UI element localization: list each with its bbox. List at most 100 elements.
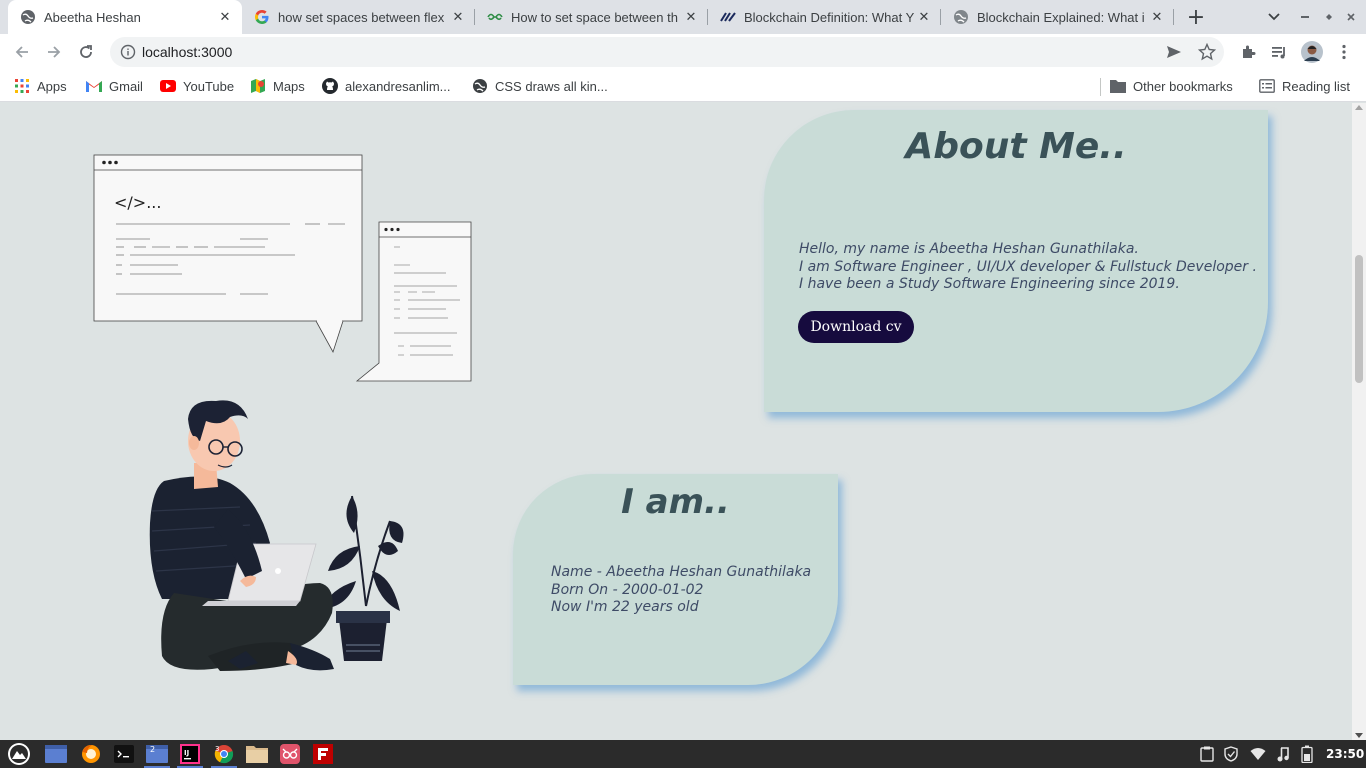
developer-person-icon [149,400,334,671]
site-info-icon[interactable] [120,44,136,64]
i-am-line: Born On - 2000-01-02 [551,581,704,598]
bookmark-css-draws[interactable]: CSS draws all kin... [472,70,608,102]
close-tab-icon[interactable]: ✕ [216,8,234,26]
files-app-icon[interactable]: 2 [144,742,170,768]
globe-icon [20,9,36,25]
workspace-badge: 2 [150,745,155,754]
about-line: I have been a Study Software Engineering… [799,276,1180,292]
close-tab-icon[interactable]: ✕ [1148,8,1166,26]
about-me-heading: About Me.. [905,126,1127,167]
scroll-up-arrow-icon[interactable] [1355,105,1363,110]
reading-list-button[interactable]: Reading list [1259,70,1350,102]
back-icon[interactable] [8,38,36,66]
i-am-heading: I am.. [621,482,730,522]
tab-title: how set spaces between flex [278,9,445,25]
clock: 23:50 [1326,747,1365,761]
intellij-icon[interactable]: IJ [177,742,203,768]
tab-strip: Abeetha Heshan ✕ how set spaces between … [0,0,1366,34]
extensions-icon[interactable] [1234,38,1262,66]
tab-title: Blockchain Explained: What i [977,9,1145,25]
reading-list-label: Reading list [1282,78,1350,94]
firefox-icon[interactable] [78,742,104,766]
workspace-badge: 3 [215,745,219,753]
i-am-text: Name - Abeetha Heshan Gunathilaka Born O… [551,564,811,617]
tab-blockchain-explained[interactable]: Blockchain Explained: What i ✕ [941,0,1174,34]
youtube-icon [160,78,176,94]
bookmark-gmail[interactable]: Gmail [86,70,143,102]
restore-window-icon[interactable] [1320,0,1338,34]
media-control-icon[interactable] [1265,38,1293,66]
bookmark-apps[interactable]: Apps [14,70,67,102]
tab-search-icon[interactable] [1262,0,1286,34]
tab-abeetha-heshan[interactable]: Abeetha Heshan ✕ [8,0,242,34]
bookmark-maps[interactable]: Maps [250,70,305,102]
browser-toolbar: localhost:3000 [0,34,1366,70]
reload-icon[interactable] [72,38,100,66]
close-tab-icon[interactable]: ✕ [449,8,467,26]
url-text: localhost:3000 [142,44,233,60]
app-menu-icon[interactable] [6,742,32,766]
github-icon [322,78,338,94]
close-window-icon[interactable] [1342,0,1360,34]
shield-icon[interactable] [1222,740,1240,768]
wifi-icon[interactable] [1248,740,1268,768]
show-desktop-icon[interactable] [43,742,69,766]
maps-icon [250,78,266,94]
globe-icon [953,9,969,25]
investopedia-icon [720,9,736,25]
tab-space-between[interactable]: How to set space between th ✕ [475,0,708,34]
scroll-down-arrow-icon[interactable] [1355,733,1363,738]
bookmarks-divider [1100,78,1101,96]
bookmark-label: Maps [273,78,305,94]
code-text: </>... [114,193,161,212]
other-bookmarks-folder[interactable]: Other bookmarks [1110,70,1233,102]
i-am-line: Now I'm 22 years old [551,599,699,615]
minimize-window-icon[interactable] [1296,0,1314,34]
bookmark-label: CSS draws all kin... [495,78,608,94]
tab-separator [1173,9,1174,25]
bookmark-github[interactable]: alexandresanlim... [322,70,451,102]
filezilla-icon[interactable] [310,742,336,766]
profile-avatar[interactable] [1298,38,1326,66]
forward-icon[interactable] [40,38,68,66]
scrollbar-thumb[interactable] [1355,255,1363,383]
page-viewport: </>... About Me.. Hello, my name is Abee… [0,103,1352,740]
volume-icon[interactable] [1274,740,1292,768]
send-to-devices-icon[interactable] [1166,44,1182,64]
folder-icon [1110,78,1126,94]
terminal-icon[interactable] [111,742,137,766]
close-tab-icon[interactable]: ✕ [915,8,933,26]
apps-grid-icon [14,78,30,94]
browser-menu-icon[interactable] [1330,38,1358,66]
globe-icon [472,78,488,94]
glasses-app-icon[interactable] [277,742,303,766]
page-scrollbar[interactable] [1352,103,1366,740]
bookmark-star-icon[interactable] [1197,42,1217,65]
chrome-icon[interactable]: 3 [211,742,237,768]
new-tab-button[interactable]: + [1182,0,1210,34]
bookmark-label: Apps [37,78,67,94]
other-bookmarks-label: Other bookmarks [1133,78,1233,94]
bookmark-label: alexandresanlim... [345,78,451,94]
file-manager-icon[interactable] [244,742,270,766]
address-bar[interactable]: localhost:3000 [110,37,1224,67]
bookmarks-bar: Apps Gmail YouTube Maps alexandresanlim.… [0,70,1366,102]
battery-icon[interactable] [1298,740,1316,768]
reading-list-icon [1259,78,1275,94]
tab-blockchain-definition[interactable]: Blockchain Definition: What Y ✕ [708,0,941,34]
close-tab-icon[interactable]: ✕ [682,8,700,26]
bookmark-label: Gmail [109,78,143,94]
google-icon [254,9,270,25]
gmail-icon [86,78,102,94]
bookmark-youtube[interactable]: YouTube [160,70,234,102]
clipboard-icon[interactable] [1198,740,1216,768]
tab-flex-spaces[interactable]: how set spaces between flex ✕ [242,0,475,34]
about-me-card: About Me.. Hello, my name is Abeetha Hes… [764,110,1268,412]
tab-title: Blockchain Definition: What Y [744,9,915,25]
bookmark-label: YouTube [183,78,235,94]
geeksforgeeks-icon [487,9,503,25]
tab-title: Abeetha Heshan [44,9,141,25]
download-cv-button[interactable]: Download cv [798,311,914,343]
os-taskbar: 2 IJ 3 23:50 [0,740,1366,768]
about-line: I am Software Engineer , UI/UX developer… [799,258,1257,275]
